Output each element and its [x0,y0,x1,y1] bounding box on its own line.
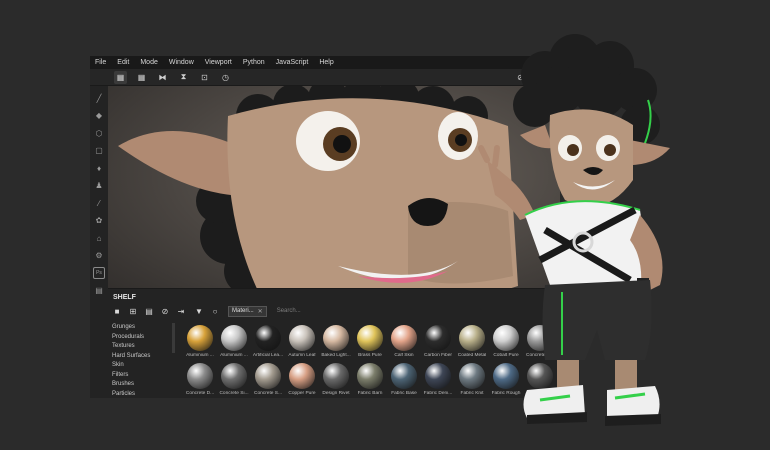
material-item[interactable]: Fabric Deni... [421,363,455,396]
category-scrollbar[interactable] [172,323,175,353]
material-item[interactable]: Baked Light... [319,325,353,358]
material-item[interactable]: Autumn Leaf [285,325,319,358]
import-icon[interactable]: ⇥ [176,306,186,316]
material-item[interactable]: Artificial Lea... [251,325,285,358]
material-label: Baked Light... [321,353,351,358]
material-label: Fabric Deni... [423,391,453,396]
symmetry-x-icon[interactable]: ⧓ [156,71,169,84]
material-preview-sphere [357,363,383,389]
material-item[interactable]: Carbon Fiber [421,325,455,358]
filter-icon[interactable]: ▼ [194,306,204,316]
material-preview-sphere [391,325,417,351]
export-icon[interactable]: ▤ [93,285,105,297]
clone-tool-icon[interactable]: ♟ [93,180,105,192]
brush-tool-icon[interactable]: ╱ [93,92,105,104]
material-preview-sphere [357,325,383,351]
filter-chip[interactable]: Materi... ✕ [228,305,267,317]
projection-tool-icon[interactable]: ⬡ [93,127,105,139]
material-preview-sphere [187,325,213,351]
material-preview-sphere [289,363,315,389]
material-preview-sphere [255,325,281,351]
menu-help[interactable]: Help [319,59,333,66]
photoshop-icon[interactable]: Ps [93,267,105,279]
material-label: Aluminium ... [220,353,248,358]
visibility-icon[interactable]: ⊘ [160,306,170,316]
close-icon[interactable]: ✕ [258,308,263,315]
bucket-icon[interactable]: ⌂ [93,232,105,244]
material-label: Concrete D... [185,391,215,396]
material-label: Design Rivet [322,391,350,396]
material-item[interactable]: Brass Pure [353,325,387,358]
material-label: Artificial Lea... [252,353,284,358]
material-label: Fabric Base [391,391,417,396]
category-item[interactable]: Filters [112,371,172,381]
clock-icon[interactable]: ◷ [219,71,232,84]
filter-chip-label: Materi... [232,308,254,314]
settings-icon[interactable]: ✿ [93,215,105,227]
material-label: Aluminium ... [186,353,214,358]
fill-tool-icon[interactable]: ▢ [93,145,105,157]
material-preview-sphere [323,363,349,389]
material-item[interactable]: Aluminium ... [217,325,251,358]
material-label: Calf Skin [394,353,414,358]
circle-toggle-icon[interactable]: ○ [210,306,220,316]
material-preview-sphere [221,363,247,389]
material-label: Copper Pure [288,391,316,396]
menu-edit[interactable]: Edit [117,59,129,66]
shelf-search-input[interactable]: Search... [275,306,455,317]
material-item[interactable]: Fabric Base [387,363,421,396]
symmetry-y-icon[interactable]: ⧗ [177,71,190,84]
material-label: Autumn Leaf [288,353,316,358]
category-item[interactable]: Skin [112,361,172,371]
eraser-tool-icon[interactable]: ◆ [93,110,105,122]
menu-file[interactable]: File [95,59,106,66]
menu-javascript[interactable]: JavaScript [276,59,309,66]
single-view-icon[interactable]: ▦ [114,70,127,84]
material-item[interactable]: Fabric Barn [353,363,387,396]
material-label: Brass Pure [358,353,382,358]
menu-window[interactable]: Window [169,59,194,66]
material-label: Fabric Barn [357,391,383,396]
material-preview-sphere [221,325,247,351]
material-label: Concrete Si... [219,391,249,396]
category-item[interactable]: Hard Surfaces [112,352,172,362]
category-item[interactable]: Textures [112,342,172,352]
frame-icon[interactable]: ⊡ [198,71,211,84]
category-item[interactable]: Particles [112,390,172,399]
menu-python[interactable]: Python [243,59,265,66]
shelf-category-list: Grunges Procedurals Textures Hard Surfac… [112,323,172,398]
material-item[interactable]: Design Rivet [319,363,353,396]
material-label: Concrete S... [254,391,282,396]
material-label: Carbon Fiber [424,353,452,358]
material-preview-sphere [391,363,417,389]
folder-icon[interactable]: ■ [112,306,122,316]
material-item[interactable]: Concrete Si... [217,363,251,396]
material-preview-sphere [323,325,349,351]
smudge-tool-icon[interactable]: ♦ [93,162,105,174]
character-figure [478,34,670,426]
material-preview-sphere [425,325,451,351]
material-preview-sphere [425,363,451,389]
menu-mode[interactable]: Mode [140,59,158,66]
material-item[interactable]: Aluminium ... [183,325,217,358]
category-item[interactable]: Grunges [112,323,172,333]
material-item[interactable]: Concrete D... [183,363,217,396]
category-item[interactable]: Brushes [112,380,172,390]
material-item[interactable]: Copper Pure [285,363,319,396]
archive-icon[interactable]: ▤ [144,306,154,316]
picker-tool-icon[interactable]: ⁄ [93,197,105,209]
menu-viewport[interactable]: Viewport [205,59,232,66]
gear-icon[interactable]: ⚙ [93,250,105,262]
material-preview-sphere [187,363,213,389]
material-preview-sphere [289,325,315,351]
category-item[interactable]: Procedurals [112,333,172,343]
new-folder-icon[interactable]: ⊞ [128,306,138,316]
material-item[interactable]: Concrete S... [251,363,285,396]
material-preview-sphere [255,363,281,389]
material-item[interactable]: Calf Skin [387,325,421,358]
tool-sidebar: ╱ ◆ ⬡ ▢ ♦ ♟ ⁄ ✿ ⌂ ⚙ Ps ▤ [90,86,108,398]
multi-view-icon[interactable]: ▦ [135,71,148,84]
